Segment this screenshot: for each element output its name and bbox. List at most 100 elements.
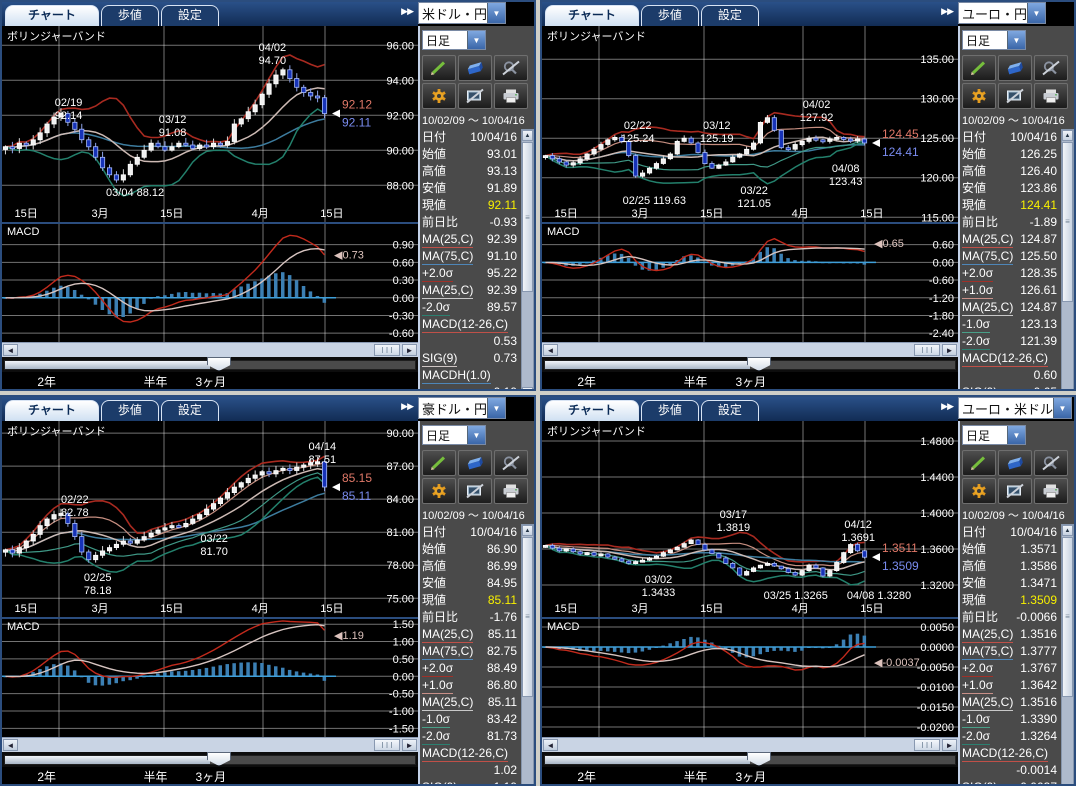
zoom-disabled-icon[interactable] [1034, 55, 1068, 81]
vscrollbar-thumb[interactable]: ≡ [1062, 142, 1073, 302]
tab-chart[interactable]: チャート [545, 400, 639, 421]
tab-chart[interactable]: チャート [545, 5, 639, 26]
currency-pair-select[interactable]: ユーロ・米ドル ▼ [958, 397, 1072, 419]
chevron-down-icon[interactable]: ▼ [487, 3, 505, 23]
range-slider[interactable] [2, 752, 418, 767]
zoom-disabled-icon[interactable] [494, 450, 528, 476]
fast-forward-icon[interactable]: ▶▶ [941, 401, 953, 412]
chevron-down-icon[interactable]: ▼ [1027, 3, 1045, 23]
chart-hscrollbar[interactable]: ◄ ► [2, 342, 418, 357]
price-chart[interactable]: 135.00130.00125.00120.00115.00124.45124.… [542, 26, 958, 222]
chevron-down-icon[interactable]: ▼ [467, 426, 485, 444]
capture-disabled-icon[interactable] [458, 478, 492, 504]
chevron-down-icon[interactable]: ▼ [1007, 426, 1025, 444]
fast-forward-icon[interactable]: ▶▶ [401, 401, 413, 412]
draw-pencil-icon[interactable] [962, 450, 996, 476]
macd-chart[interactable]: 0.900.600.300.00-0.30-0.60◀0.73 MACD [2, 222, 418, 342]
chart-hscrollbar[interactable]: ◄ ► [2, 737, 418, 752]
tab-tick-prices[interactable]: 歩値 [101, 400, 159, 421]
chart-hscrollbar[interactable]: ◄ ► [542, 737, 958, 752]
vscrollbar-thumb[interactable]: ≡ [522, 537, 533, 697]
range-6m-label[interactable]: 半年 [683, 768, 707, 785]
range-3m-label[interactable]: 3ヶ月 [195, 768, 226, 785]
macd-chart[interactable]: 1.501.000.500.00-0.50-1.00-1.50◀1.19 MAC… [2, 617, 418, 737]
macd-chart[interactable]: 0.600.00-0.60-1.20-1.80-2.40◀0.65 MACD [542, 222, 958, 342]
draw-pencil-icon[interactable] [422, 450, 456, 476]
eraser-icon[interactable] [458, 55, 492, 81]
hscrollbar-thumb[interactable] [374, 739, 400, 751]
chart-hscrollbar[interactable]: ◄ ► [542, 342, 958, 357]
currency-pair-select[interactable]: 豪ドル・円 ▼ [418, 397, 506, 419]
tab-tick-prices[interactable]: 歩値 [641, 5, 699, 26]
macd-chart[interactable]: 0.00500.0000-0.0050-0.0100-0.0150-0.0200… [542, 617, 958, 737]
capture-disabled-icon[interactable] [998, 83, 1032, 109]
scroll-up-arrow-icon[interactable]: ▲ [522, 130, 533, 141]
scroll-left-arrow-icon[interactable]: ◄ [3, 739, 18, 751]
scroll-up-arrow-icon[interactable]: ▲ [522, 525, 533, 536]
vscrollbar-thumb[interactable]: ≡ [522, 142, 533, 292]
range-2y-label[interactable]: 2年 [37, 373, 56, 390]
fast-forward-icon[interactable]: ▶▶ [941, 6, 953, 17]
range-2y-label[interactable]: 2年 [577, 373, 596, 390]
tab-settings[interactable]: 設定 [161, 400, 219, 421]
vscrollbar-thumb[interactable]: ≡ [1062, 537, 1073, 697]
chevron-down-icon[interactable]: ▼ [467, 31, 485, 49]
print-icon[interactable] [494, 83, 528, 109]
tab-tick-prices[interactable]: 歩値 [101, 5, 159, 26]
timeframe-select[interactable]: 日足 ▼ [962, 425, 1026, 445]
chevron-down-icon[interactable]: ▼ [487, 398, 505, 418]
range-2y-label[interactable]: 2年 [37, 768, 56, 785]
tab-chart[interactable]: チャート [5, 400, 99, 421]
settings-gear-icon[interactable] [962, 478, 996, 504]
currency-pair-select[interactable]: 米ドル・円 ▼ [418, 2, 506, 24]
zoom-disabled-icon[interactable] [494, 55, 528, 81]
scroll-left-arrow-icon[interactable]: ◄ [543, 344, 558, 356]
timeframe-select[interactable]: 日足 ▼ [422, 30, 486, 50]
scroll-left-arrow-icon[interactable]: ◄ [3, 344, 18, 356]
scroll-up-arrow-icon[interactable]: ▲ [1062, 130, 1073, 141]
capture-disabled-icon[interactable] [998, 478, 1032, 504]
tab-settings[interactable]: 設定 [701, 400, 759, 421]
scroll-right-arrow-icon[interactable]: ► [402, 344, 417, 356]
draw-pencil-icon[interactable] [422, 55, 456, 81]
settings-gear-icon[interactable] [962, 83, 996, 109]
scroll-down-arrow-icon[interactable]: ▼ [522, 387, 533, 391]
print-icon[interactable] [494, 478, 528, 504]
range-2y-label[interactable]: 2年 [577, 768, 596, 785]
tab-tick-prices[interactable]: 歩値 [641, 400, 699, 421]
price-chart[interactable]: 90.0087.0084.0081.0078.0075.0085.1585.11… [2, 421, 418, 617]
range-3m-label[interactable]: 3ヶ月 [735, 373, 766, 390]
range-3m-label[interactable]: 3ヶ月 [735, 768, 766, 785]
panel-vscrollbar[interactable]: ▲ ≡ ▼ [521, 129, 534, 391]
hscrollbar-thumb[interactable] [374, 344, 400, 356]
tab-chart[interactable]: チャート [5, 5, 99, 26]
fast-forward-icon[interactable]: ▶▶ [401, 6, 413, 17]
panel-vscrollbar[interactable]: ▲ ≡ ▼ [1061, 129, 1074, 391]
price-chart[interactable]: 96.0094.0092.0090.0088.0092.1292.11 ボリンジ… [2, 26, 418, 222]
chevron-down-icon[interactable]: ▼ [1053, 398, 1071, 418]
range-6m-label[interactable]: 半年 [143, 768, 167, 785]
scroll-left-arrow-icon[interactable]: ◄ [543, 739, 558, 751]
eraser-icon[interactable] [998, 450, 1032, 476]
print-icon[interactable] [1034, 83, 1068, 109]
hscrollbar-thumb[interactable] [914, 739, 940, 751]
currency-pair-select[interactable]: ユーロ・円 ▼ [958, 2, 1046, 24]
price-chart[interactable]: 1.48001.44001.40001.36001.32001.35111.35… [542, 421, 958, 617]
hscrollbar-thumb[interactable] [914, 344, 940, 356]
chevron-down-icon[interactable]: ▼ [1007, 31, 1025, 49]
eraser-icon[interactable] [458, 450, 492, 476]
settings-gear-icon[interactable] [422, 83, 456, 109]
timeframe-select[interactable]: 日足 ▼ [422, 425, 486, 445]
timeframe-select[interactable]: 日足 ▼ [962, 30, 1026, 50]
range-6m-label[interactable]: 半年 [683, 373, 707, 390]
scroll-up-arrow-icon[interactable]: ▲ [1062, 525, 1073, 536]
print-icon[interactable] [1034, 478, 1068, 504]
tab-settings[interactable]: 設定 [161, 5, 219, 26]
range-slider[interactable] [542, 357, 958, 372]
panel-vscrollbar[interactable]: ▲ ≡ ▼ [521, 524, 534, 786]
panel-vscrollbar[interactable]: ▲ ≡ ▼ [1061, 524, 1074, 786]
scroll-right-arrow-icon[interactable]: ► [942, 344, 957, 356]
draw-pencil-icon[interactable] [962, 55, 996, 81]
scroll-right-arrow-icon[interactable]: ► [402, 739, 417, 751]
range-slider[interactable] [542, 752, 958, 767]
